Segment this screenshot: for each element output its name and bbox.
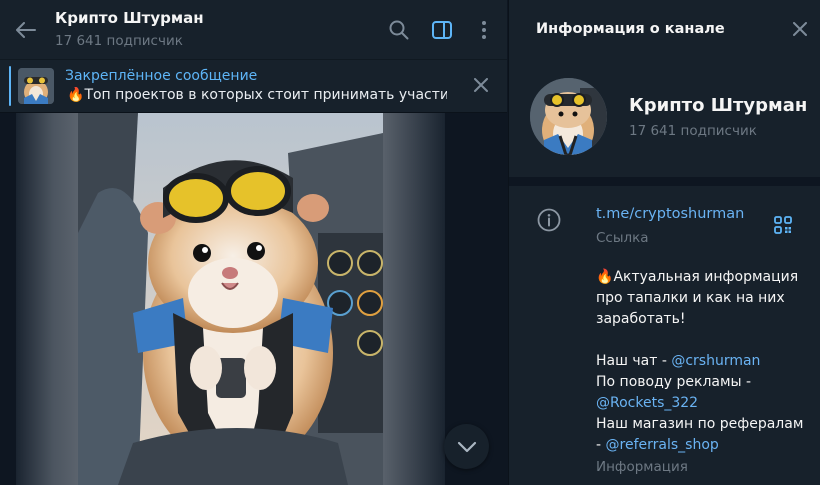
qr-code-icon [774,216,792,234]
blurred-photo-edge [383,113,445,485]
fire-emoji: 🔥 [596,269,614,285]
chevron-down-icon [457,441,476,452]
description-gap [596,330,811,351]
search-button[interactable] [385,16,413,44]
scroll-to-bottom-button[interactable] [444,424,489,469]
more-vertical-icon [482,21,486,39]
chat-title[interactable]: Крипто Штурман [55,9,204,27]
channel-info-panel: Информация о канале Крипто Штурман 17 64… [508,0,820,485]
channel-post-photo[interactable] [78,113,383,485]
channel-name: Крипто Штурман [629,95,808,116]
fire-emoji: 🔥 [67,87,85,103]
ads-mention-link[interactable]: @Rockets_322 [596,395,698,411]
qr-code-button[interactable] [771,213,795,237]
description-line: Наш чат - @crshurman [596,353,761,369]
section-divider [509,177,820,186]
chat-pane: Крипто Штурман 17 641 подписчик Закреплё… [0,0,507,485]
more-button[interactable] [470,16,498,44]
search-icon [389,20,409,40]
shop-mention-link[interactable]: @referrals_shop [606,437,719,453]
pinned-preview: Топ проектов в которых стоит принимать у… [84,87,447,103]
back-arrow-icon [16,22,36,38]
chat-subscriber-count: 17 641 подписчик [55,33,183,49]
pinned-message-bar[interactable]: Закреплённое сообщение 🔥Топ проектов в к… [0,60,507,113]
channel-description: 🔥Актуальная информация про тапалки и как… [596,267,811,456]
description-line: 🔥Актуальная информация [596,269,799,285]
channel-avatar[interactable] [530,78,607,155]
description-label: Информация [596,459,688,475]
channel-subscriber-count: 17 641 подписчик [629,123,757,139]
info-panel-title: Информация о канале [536,21,725,37]
sidebar-toggle-icon [432,21,452,39]
telegram-app: Крипто Штурман 17 641 подписчик Закреплё… [0,0,820,485]
back-button[interactable] [12,16,40,44]
pinned-thumbnail [18,68,54,104]
pinned-indicator [9,66,11,106]
info-close-button[interactable] [788,17,812,41]
description-line: @Rockets_322 [596,393,811,414]
chat-mention-link[interactable]: @crshurman [671,353,760,369]
pinned-text: 🔥Топ проектов в которых стоит принимать … [67,87,447,103]
close-icon [474,78,488,92]
description-line: - @referrals_shop [596,437,719,453]
pinned-close-button[interactable] [468,72,494,98]
message-media-area [0,113,507,485]
sidebar-toggle-button[interactable] [428,16,456,44]
info-icon [537,208,561,232]
description-line: Наш магазин по рефералам [596,416,804,432]
close-icon [793,22,807,36]
description-line: про тапалки и как на них [596,290,785,306]
chat-header: Крипто Штурман 17 641 подписчик [0,0,507,60]
blurred-photo-edge [16,113,78,485]
channel-link-label: Ссылка [596,230,649,246]
description-line: заработать! [596,311,686,327]
pinned-title: Закреплённое сообщение [65,68,258,84]
description-line: По поводу рекламы - [596,374,752,390]
channel-link[interactable]: t.me/cryptoshurman [596,206,744,222]
